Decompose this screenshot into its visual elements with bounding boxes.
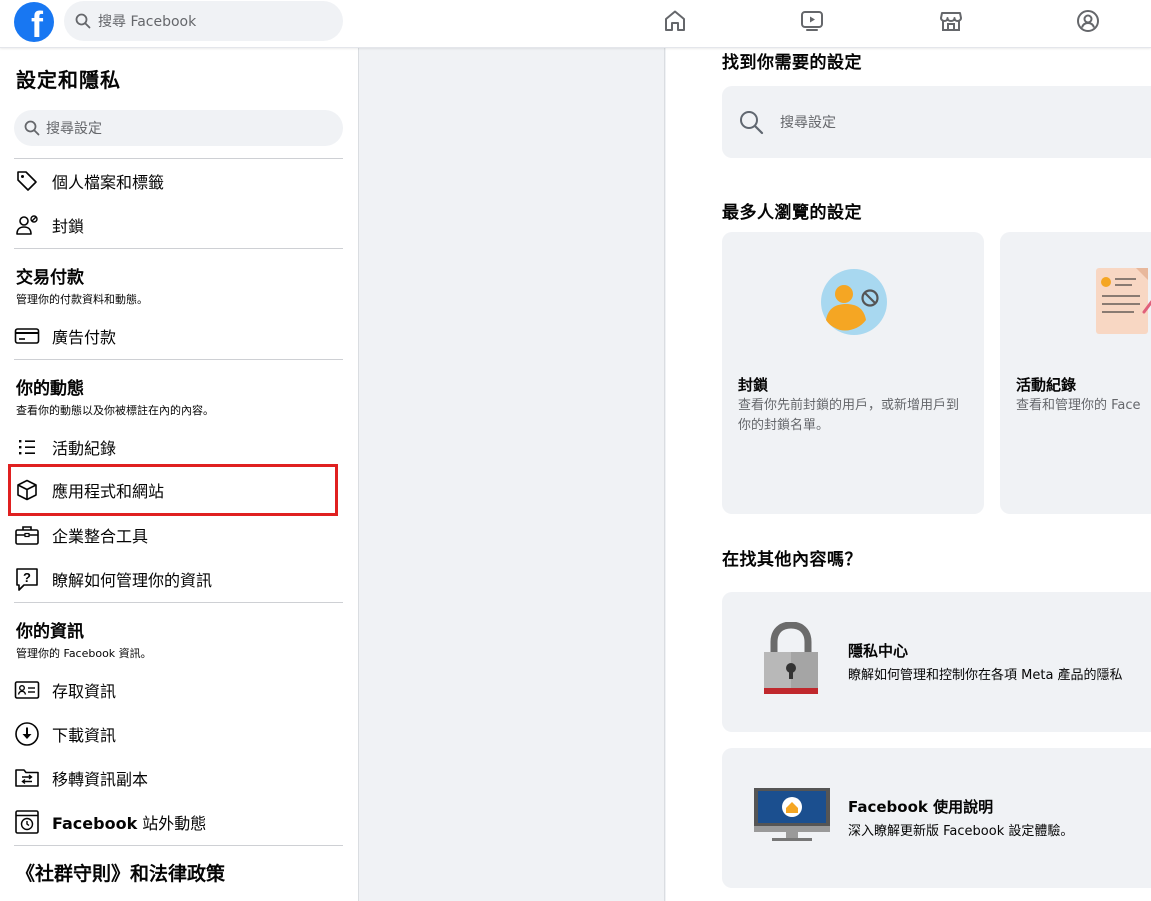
sidebar-item-activity-log[interactable]: 活動紀錄: [8, 427, 338, 467]
sidebar-item-label: 企業整合工具: [52, 527, 149, 546]
sidebar-item-profile-tagging[interactable]: 個人檔案和標籤: [8, 161, 338, 201]
list-icon: [14, 434, 40, 460]
facebook-search-placeholder: 搜尋 Facebook: [98, 14, 197, 30]
top-navigation-bar: f 搜尋 Facebook: [0, 0, 1151, 48]
sidebar-item-label: 存取資訊: [52, 682, 117, 701]
settings-search-input[interactable]: 搜尋設定: [14, 110, 343, 146]
sidebar-item-label: Facebook 站外動態: [52, 810, 206, 834]
id-card-icon: [14, 677, 40, 703]
link-card-description: 深入瞭解更新版 Facebook 設定體驗。: [848, 824, 1074, 839]
sidebar-title: 設定和隱私: [16, 68, 121, 92]
card-description: 查看和管理你的 Face: [1016, 398, 1141, 413]
sidebar-item-label: 移轉資訊副本: [52, 770, 149, 789]
credit-card-icon: [14, 323, 40, 349]
link-card-description: 瞭解如何管理和控制你在各項 Meta 產品的隱私: [848, 668, 1123, 683]
link-card-facebook-help[interactable]: Facebook 使用說明 深入瞭解更新版 Facebook 設定體驗。: [722, 748, 1151, 888]
folder-transfer-icon: [14, 765, 40, 791]
divider: [14, 359, 343, 360]
sidebar-item-label: 應用程式和網站: [52, 482, 165, 501]
briefcase-icon: [14, 522, 40, 548]
sidebar-item-transfer-copy[interactable]: 移轉資訊副本: [8, 758, 338, 798]
section-title-activity: 你的動態: [16, 379, 84, 399]
divider: [14, 248, 343, 249]
card-description: 查看你先前封鎖的用戶，或新增用戶到你的封鎖名單。: [738, 398, 960, 433]
settings-sidebar: 設定和隱私 搜尋設定 個人檔案和標籤 封鎖 交易付款 管理你的付款資料和動態。 …: [0, 48, 359, 901]
facebook-brand-text: Facebook: [52, 814, 138, 833]
sidebar-item-label: 下載資訊: [52, 726, 117, 745]
card-title: 封鎖: [738, 376, 769, 394]
link-card-title: 隱私中心: [848, 642, 909, 660]
question-icon: ?: [14, 566, 40, 592]
section-subtitle-activity: 查看你的動態以及你被標註在內的內容。: [16, 404, 214, 417]
monitor-home-illustration-icon: [754, 788, 830, 841]
popular-card-blocking[interactable]: 封鎖 查看你先前封鎖的用戶，或新增用戶到你的封鎖名單。: [722, 232, 984, 514]
sidebar-item-label: 瞭解如何管理你的資訊: [52, 571, 213, 590]
popular-card-activity-log[interactable]: 活動紀錄 查看和管理你的 Face: [1000, 232, 1151, 514]
section-subtitle-your-info: 管理你的 Facebook 資訊。: [16, 647, 152, 660]
other-content-heading: 在找其他內容嗎？: [722, 550, 862, 570]
blocking-illustration-icon: [821, 269, 887, 335]
sidebar-item-label: 個人檔案和標籤: [52, 173, 165, 192]
settings-search-placeholder: 搜尋設定: [46, 121, 102, 137]
tag-icon: [14, 168, 40, 194]
section-title-your-info: 你的資訊: [16, 622, 84, 642]
search-icon: [740, 111, 764, 135]
popular-settings-heading: 最多人瀏覽的設定: [722, 203, 862, 223]
sidebar-item-business-integrations[interactable]: 企業整合工具: [8, 515, 338, 555]
search-icon: [75, 13, 91, 29]
sidebar-item-apps-websites[interactable]: 應用程式和網站: [8, 464, 338, 516]
middle-panel: [360, 48, 665, 901]
search-icon: [24, 120, 40, 136]
divider: [14, 602, 343, 603]
sidebar-item-label: 廣告付款: [52, 328, 117, 347]
sidebar-item-label: 活動紀錄: [52, 439, 117, 458]
watch-video-icon[interactable]: [797, 6, 827, 36]
card-title: 活動紀錄: [1016, 376, 1077, 394]
home-icon[interactable]: [660, 6, 690, 36]
link-card-privacy-center[interactable]: 隱私中心 瞭解如何管理和控制你在各項 Meta 產品的隱私: [722, 592, 1151, 732]
settings-main-content: 找到你需要的設定 搜尋設定 最多人瀏覽的設定 封鎖 查看你先前封鎖的用戶，或新增…: [666, 48, 1151, 901]
groups-icon[interactable]: [1073, 6, 1103, 36]
sidebar-item-label: 封鎖: [52, 217, 85, 236]
facebook-logo-letter: f: [31, 4, 43, 43]
history-icon: [14, 809, 40, 835]
marketplace-icon[interactable]: [936, 6, 966, 36]
divider: [14, 845, 343, 846]
activity-log-illustration-icon: [1096, 268, 1151, 334]
facebook-logo[interactable]: f: [14, 2, 54, 42]
sidebar-item-access-info[interactable]: 存取資訊: [8, 670, 338, 710]
sidebar-item-blocking[interactable]: 封鎖: [8, 205, 338, 245]
sidebar-item-off-facebook-activity[interactable]: Facebook 站外動態: [8, 802, 338, 842]
divider: [14, 158, 343, 159]
padlock-illustration-icon: [764, 622, 818, 694]
find-settings-heading: 找到你需要的設定: [722, 53, 862, 73]
off-facebook-activity-label: 站外動態: [142, 814, 207, 833]
sidebar-item-ad-payments[interactable]: 廣告付款: [8, 316, 338, 356]
link-card-title: Facebook 使用說明: [848, 798, 994, 816]
section-title-payments: 交易付款: [16, 268, 84, 288]
section-subtitle-payments: 管理你的付款資料和動態。: [16, 293, 148, 306]
main-settings-search-input[interactable]: 搜尋設定: [722, 86, 1151, 158]
section-title-legal[interactable]: 《社群守則》和法律政策: [16, 859, 225, 886]
cube-icon: [14, 477, 40, 503]
download-icon: [14, 721, 40, 747]
block-user-icon: [14, 212, 40, 238]
svg-text:?: ?: [23, 570, 31, 585]
facebook-search-input[interactable]: 搜尋 Facebook: [64, 1, 343, 41]
main-search-placeholder: 搜尋設定: [780, 115, 836, 131]
sidebar-item-manage-info[interactable]: ? 瞭解如何管理你的資訊: [8, 559, 338, 599]
sidebar-item-download-info[interactable]: 下載資訊: [8, 714, 338, 754]
